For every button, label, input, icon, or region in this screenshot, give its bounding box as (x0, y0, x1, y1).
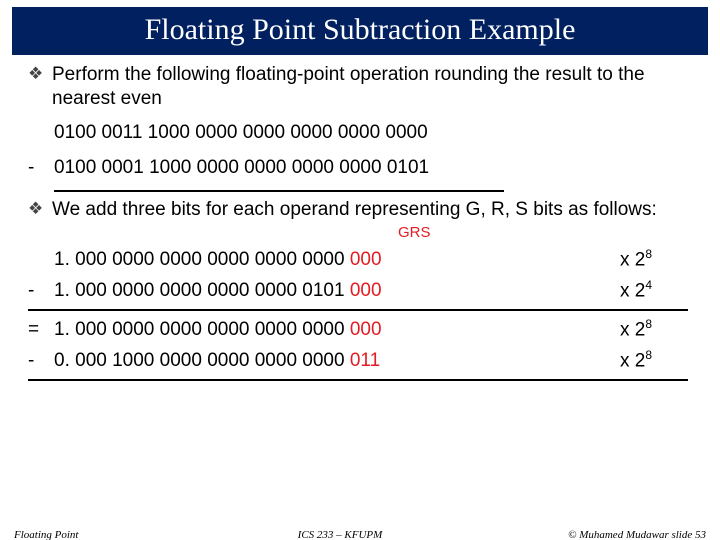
footer: Floating Point ICS 233 – KFUPM © Muhamed… (0, 529, 720, 540)
calc-exp-1: x 28 (620, 247, 692, 272)
calc-exp-4: x 28 (620, 348, 692, 373)
footer-center: ICS 233 – KFUPM (194, 529, 486, 540)
operand-1: 0100 0011 1000 0000 0000 0000 0000 0000 (54, 121, 692, 145)
divider-line (28, 309, 688, 311)
calc-op-2: - (28, 279, 54, 303)
page-title: Floating Point Subtraction Example (145, 13, 576, 46)
calc-exp-2: x 24 (620, 278, 692, 303)
bullet-2: ❖ We add three bits for each operand rep… (28, 198, 692, 222)
diamond-icon: ❖ (28, 198, 42, 222)
calc-op-3: = (28, 318, 54, 342)
bullet-2-text: We add three bits for each operand repre… (52, 198, 692, 222)
title-bar: Floating Point Subtraction Example (12, 7, 708, 55)
minus-sign: - (28, 156, 54, 180)
divider-line (54, 190, 504, 192)
calc-row-2: - 1. 000 0000 0000 0000 0000 0101 000 x … (28, 275, 692, 306)
calc-row-1: 1. 000 0000 0000 0000 0000 0000 000 x 28 (28, 244, 692, 275)
footer-left: Floating Point (14, 529, 194, 540)
content-area: ❖ Perform the following floating-point o… (0, 63, 720, 381)
grs-label: GRS (398, 224, 720, 238)
calc-mantissa-4: 0. 000 1000 0000 0000 0000 0000 011 (54, 349, 380, 373)
calculation-block: 1. 000 0000 0000 0000 0000 0000 000 x 28… (28, 244, 692, 381)
calc-exp-3: x 28 (620, 317, 692, 342)
operand-2-row: - 0100 0001 1000 0000 0000 0000 0000 010… (28, 150, 692, 186)
calc-row-3: = 1. 000 0000 0000 0000 0000 0000 000 x … (28, 314, 692, 345)
diamond-icon: ❖ (28, 63, 42, 111)
operand-2: 0100 0001 1000 0000 0000 0000 0000 0101 (54, 156, 429, 180)
calc-op-4: - (28, 349, 54, 373)
calc-mantissa-2: 1. 000 0000 0000 0000 0000 0101 000 (54, 279, 382, 303)
calc-mantissa-1: 1. 000 0000 0000 0000 0000 0000 000 (54, 248, 382, 272)
divider-line (28, 379, 688, 381)
bullet-1-text: Perform the following floating-point ope… (52, 63, 692, 111)
bullet-1: ❖ Perform the following floating-point o… (28, 63, 692, 111)
footer-right: © Muhamed Mudawar slide 53 (486, 529, 706, 540)
calc-mantissa-3: 1. 000 0000 0000 0000 0000 0000 000 (54, 318, 382, 342)
calc-row-4: - 0. 000 1000 0000 0000 0000 0000 011 x … (28, 345, 692, 376)
